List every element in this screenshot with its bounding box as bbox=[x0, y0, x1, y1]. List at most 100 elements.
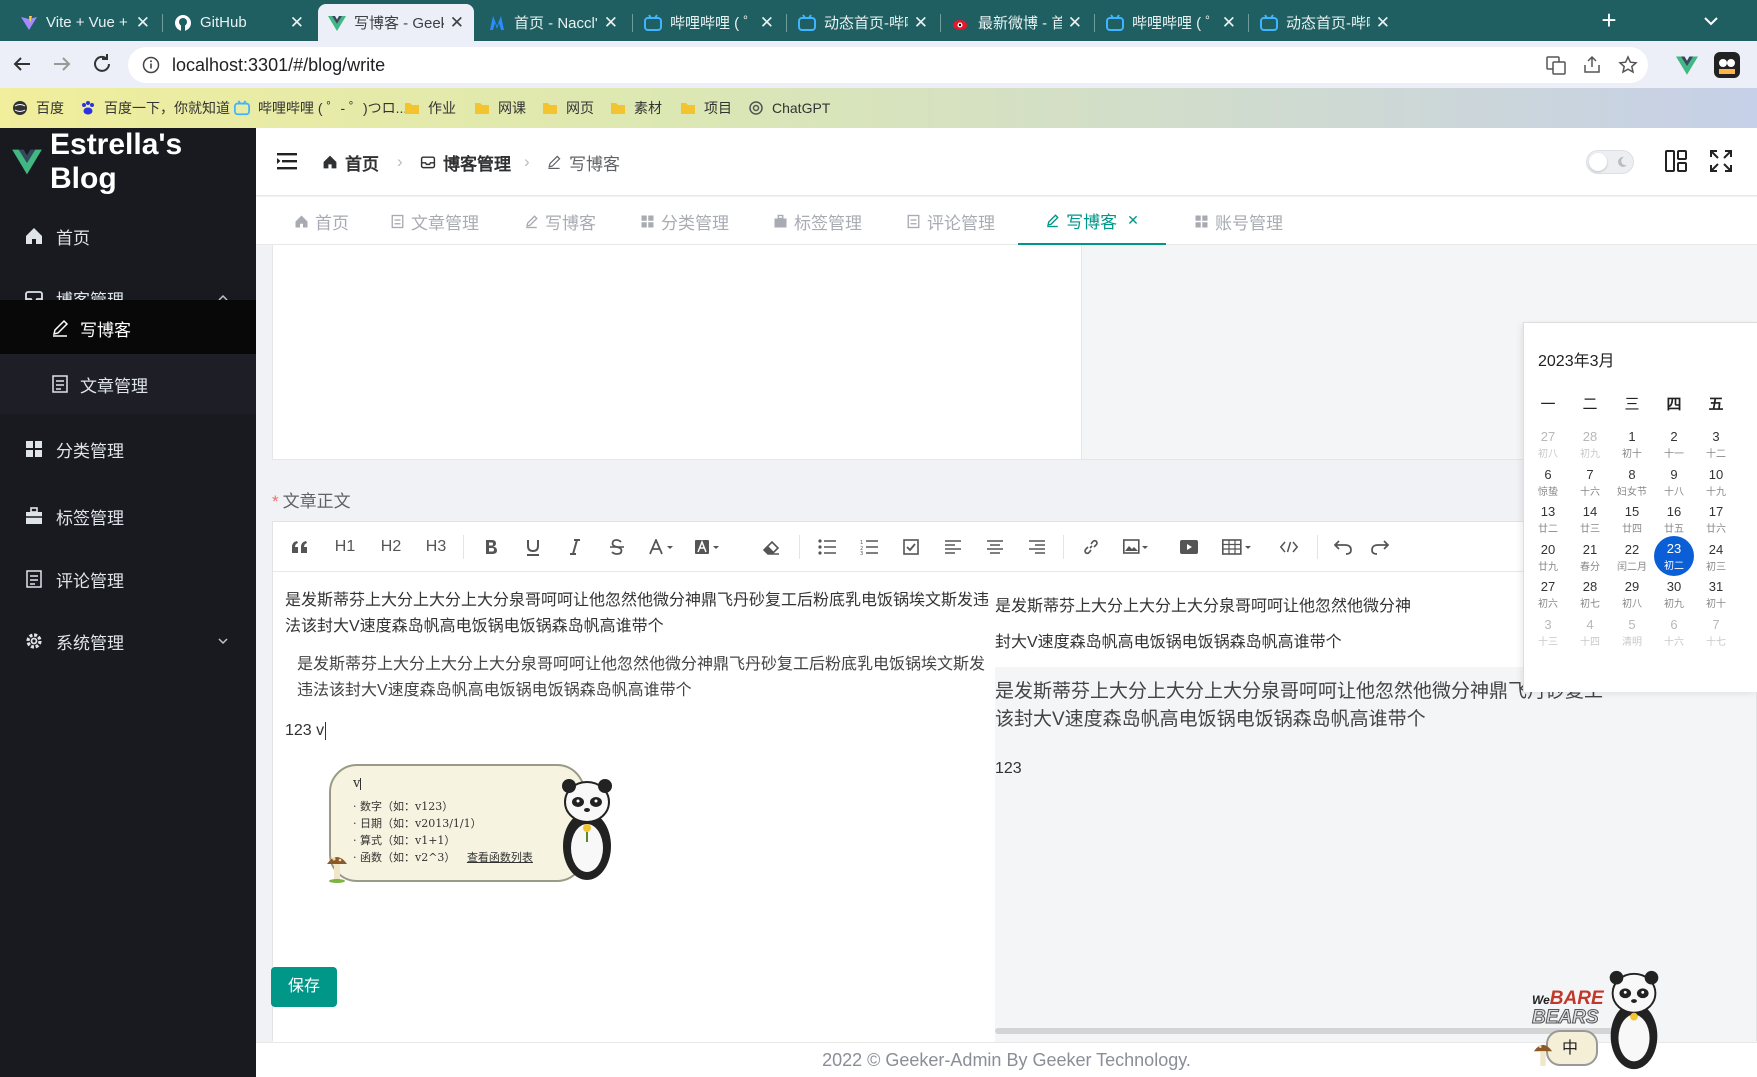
video-icon[interactable] bbox=[1175, 522, 1203, 572]
calendar-day[interactable]: 30 初九 bbox=[1652, 579, 1696, 621]
bookmark-folder-homework[interactable]: 作业 bbox=[404, 88, 456, 128]
undo-icon[interactable] bbox=[1329, 522, 1357, 572]
calendar-day[interactable]: 7 十六 bbox=[1568, 467, 1612, 509]
font-color-icon[interactable] bbox=[645, 522, 679, 572]
calendar-day[interactable]: 3 十二 bbox=[1694, 429, 1738, 471]
app-logo[interactable]: Estrella's Blog bbox=[12, 128, 256, 196]
calendar-day[interactable]: 20 廿九 bbox=[1526, 542, 1570, 584]
browser-tab-naccl[interactable]: 首页 - Naccl's ✕ bbox=[478, 4, 628, 41]
back-arrow-icon[interactable] bbox=[10, 52, 34, 76]
close-tab-icon[interactable]: ✕ bbox=[1222, 13, 1236, 33]
calendar-day[interactable]: 7 十七 bbox=[1694, 617, 1738, 659]
align-left-icon[interactable] bbox=[939, 522, 967, 572]
breadcrumb-home[interactable]: 首页 bbox=[322, 128, 379, 196]
close-tab-icon[interactable]: ✕ bbox=[450, 13, 464, 33]
bookmark-baidu[interactable]: 百度 bbox=[12, 88, 64, 128]
calendar-day[interactable]: 21 春分 bbox=[1568, 542, 1612, 584]
share-icon[interactable] bbox=[1582, 55, 1602, 75]
calendar-day[interactable]: 29 初八 bbox=[1610, 579, 1654, 621]
tab-search-chevron-icon[interactable] bbox=[1700, 10, 1722, 32]
tab-write-blog[interactable]: 写博客 bbox=[524, 197, 596, 245]
close-tab-icon[interactable]: ✕ bbox=[290, 13, 304, 33]
ordered-list-icon[interactable]: 123 bbox=[855, 522, 883, 572]
close-tab-icon[interactable]: ✕ bbox=[136, 13, 150, 33]
calendar-day[interactable]: 24 初三 bbox=[1694, 542, 1738, 584]
menu-item-tag[interactable]: 标签管理 bbox=[0, 484, 256, 548]
menu-item-comment[interactable]: 评论管理 bbox=[0, 548, 256, 610]
browser-tab-bilibili-2[interactable]: 哔哩哔哩 ( ゜- ゜ ✕ bbox=[1096, 4, 1246, 41]
underline-icon[interactable] bbox=[519, 522, 547, 572]
calendar-day[interactable]: 14 廿三 bbox=[1568, 504, 1612, 546]
site-info-icon[interactable] bbox=[142, 56, 160, 74]
strikethrough-icon[interactable] bbox=[603, 522, 631, 572]
calendar-day[interactable]: 6 惊蛰 bbox=[1526, 467, 1570, 509]
layout-icon[interactable] bbox=[1664, 149, 1688, 173]
ime-status-widget[interactable]: WeBARE BEARS 中 bbox=[1532, 968, 1672, 1073]
bookmark-baidu-search[interactable]: 百度一下，你就知道 bbox=[80, 88, 230, 128]
bookmark-bilibili[interactable]: 哔哩哔哩 ( ゜- ゜)つロ... bbox=[234, 88, 407, 128]
bookmark-folder-courses[interactable]: 网课 bbox=[474, 88, 526, 128]
collapse-menu-icon[interactable] bbox=[276, 150, 298, 172]
bookmark-folder-projects[interactable]: 项目 bbox=[680, 88, 732, 128]
menu-item-category[interactable]: 分类管理 bbox=[0, 414, 256, 484]
heading2-button[interactable]: H2 bbox=[374, 522, 408, 572]
image-icon[interactable] bbox=[1119, 522, 1153, 572]
calendar-day[interactable]: 8 妇女节 bbox=[1610, 467, 1654, 509]
redo-icon[interactable] bbox=[1371, 522, 1391, 572]
menu-item-write-blog[interactable]: 写博客 bbox=[0, 300, 256, 356]
calendar-day[interactable]: 13 廿二 bbox=[1526, 504, 1570, 546]
tab-category[interactable]: 分类管理 bbox=[640, 197, 729, 245]
tab-account[interactable]: 账号管理 bbox=[1194, 197, 1283, 245]
ime-hint-item[interactable]: · 算式（如：v1+1） bbox=[353, 832, 533, 849]
align-right-icon[interactable] bbox=[1023, 522, 1051, 572]
code-icon[interactable] bbox=[1275, 522, 1303, 572]
italic-icon[interactable] bbox=[561, 522, 589, 572]
tab-home[interactable]: 首页 bbox=[294, 197, 349, 245]
breadcrumb-blog[interactable]: 博客管理 bbox=[420, 128, 511, 196]
calendar-day[interactable]: 28 初九 bbox=[1568, 429, 1612, 471]
vue-devtools-icon[interactable] bbox=[1676, 54, 1698, 76]
background-color-icon[interactable] bbox=[691, 522, 725, 572]
tab-article-management[interactable]: 文章管理 bbox=[390, 197, 479, 245]
quote-icon[interactable] bbox=[285, 522, 315, 572]
calendar-day[interactable]: 27 初八 bbox=[1526, 429, 1570, 471]
heading3-button[interactable]: H3 bbox=[419, 522, 453, 572]
calendar-day[interactable]: 17 廿六 bbox=[1694, 504, 1738, 546]
function-list-link[interactable]: 查看函数列表 bbox=[467, 851, 533, 864]
calendar-day[interactable]: 10 十九 bbox=[1694, 467, 1738, 509]
browser-tab-bili-dynamic-2[interactable]: 动态首页-哔哩 ✕ bbox=[1250, 4, 1400, 41]
translate-icon[interactable] bbox=[1546, 55, 1566, 75]
profile-avatar[interactable] bbox=[1714, 52, 1740, 78]
ime-hint-item[interactable]: · 函数（如：v2^3） 查看函数列表 bbox=[353, 849, 533, 866]
reload-icon[interactable] bbox=[90, 52, 114, 76]
address-bar[interactable]: localhost:3301/#/blog/write bbox=[128, 47, 1648, 83]
calendar-day[interactable]: 28 初七 bbox=[1568, 579, 1612, 621]
bullet-list-icon[interactable] bbox=[813, 522, 841, 572]
close-tab-icon[interactable]: ✕ bbox=[604, 13, 618, 33]
browser-tab-bilibili[interactable]: 哔哩哔哩 ( ゜- ゜ ✕ bbox=[634, 4, 784, 41]
menu-item-article-management[interactable]: 文章管理 bbox=[0, 354, 256, 414]
summary-editor-area[interactable] bbox=[272, 245, 1082, 460]
bookmark-folder-assets[interactable]: 素材 bbox=[610, 88, 662, 128]
calendar-day[interactable]: 2 十一 bbox=[1652, 429, 1696, 471]
close-tab-icon[interactable]: ✕ bbox=[1376, 13, 1390, 33]
ime-hint-item[interactable]: · 数字（如：v123） bbox=[353, 798, 533, 815]
new-tab-icon[interactable]: + bbox=[1596, 7, 1622, 34]
calendar-day[interactable]: 27 初六 bbox=[1526, 579, 1570, 621]
calendar-day[interactable]: 1 初十 bbox=[1610, 429, 1654, 471]
forward-arrow-icon[interactable] bbox=[50, 52, 74, 76]
dark-mode-toggle[interactable] bbox=[1586, 150, 1634, 174]
close-tab-icon[interactable]: ✕ bbox=[914, 13, 928, 33]
task-list-icon[interactable] bbox=[897, 522, 925, 572]
align-center-icon[interactable] bbox=[981, 522, 1009, 572]
browser-tab-bili-dynamic[interactable]: 动态首页-哔哩 ✕ bbox=[788, 4, 938, 41]
calendar-day[interactable]: 3 十三 bbox=[1526, 617, 1570, 659]
browser-tab-write-blog[interactable]: 写博客 - Geeke ✕ bbox=[318, 4, 474, 41]
link-icon[interactable] bbox=[1077, 522, 1105, 572]
bookmark-folder-web[interactable]: 网页 bbox=[542, 88, 594, 128]
calendar-day[interactable]: 23 初二 bbox=[1654, 535, 1694, 576]
tab-write-blog-active[interactable]: 写博客 ✕ bbox=[1018, 197, 1166, 245]
calendar-day[interactable]: 4 十四 bbox=[1568, 617, 1612, 659]
browser-tab-vite[interactable]: Vite + Vue + T ✕ bbox=[10, 4, 160, 41]
save-button[interactable]: 保存 bbox=[271, 967, 337, 1007]
